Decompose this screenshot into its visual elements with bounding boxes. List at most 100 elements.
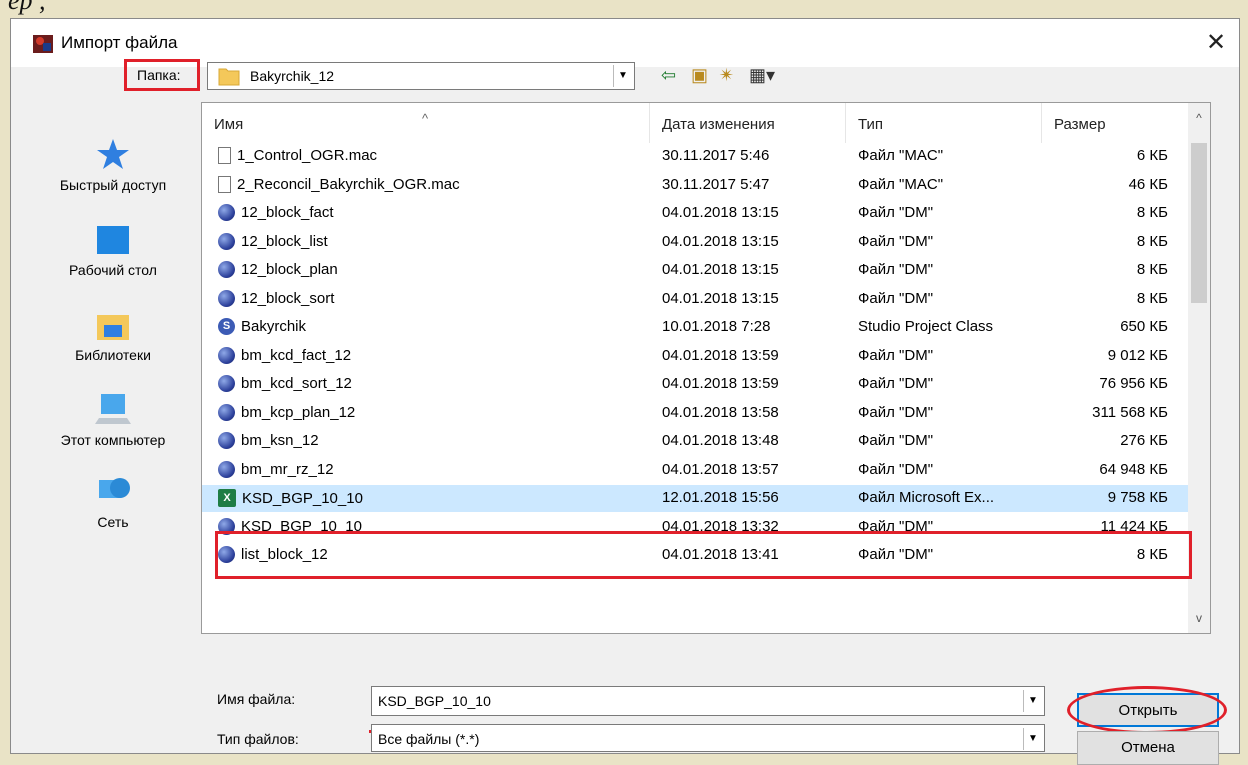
chevron-down-icon[interactable]: ▼ [1023, 728, 1042, 750]
file-type: Файл "DM" [858, 375, 934, 392]
chevron-down-icon[interactable]: ▼ [1023, 690, 1042, 712]
file-size: 6 КБ [1136, 147, 1168, 164]
dm-file-icon [218, 375, 235, 392]
new-folder-icon[interactable]: ✴ [719, 63, 734, 87]
file-type-value: Все файлы (*.*) [378, 731, 480, 747]
dm-file-icon [218, 204, 235, 221]
dm-file-icon [218, 546, 235, 563]
file-row[interactable]: 12_block_list 04.01.2018 13:15 Файл "DM" 8 … [202, 229, 1192, 256]
file-row[interactable]: S Bakyrchik 10.01.2018 7:28 Studio Project … [202, 314, 1192, 341]
scroll-thumb[interactable] [1191, 143, 1207, 303]
file-row[interactable]: bm_kcd_sort_12 04.01.2018 13:59 Файл "DM" 7… [202, 371, 1192, 398]
file-name-value: KSD_BGP_10_10 [378, 693, 491, 709]
file-size: 8 КБ [1136, 546, 1168, 563]
column-header-label: Тип [858, 116, 884, 133]
import-file-dialog: Импорт файла ✕ Папка: Bakyrchik_12 ▼ ⇦ ▣… [10, 18, 1240, 765]
file-date: 30.11.2017 5:46 [662, 147, 770, 164]
scroll-up-icon[interactable]: ^ [1188, 111, 1210, 125]
file-row[interactable]: 1_Control_OGR.mac 30.11.2017 5:46 Файл "MA… [202, 143, 1192, 170]
file-name: KSD_BGP_10_10 [241, 517, 362, 535]
file-row[interactable]: KSD_BGP_10_10 04.01.2018 13:32 Файл "DM" 11… [202, 514, 1192, 541]
file-type: Файл "MAC" [858, 175, 944, 193]
file-name: bm_kcp_plan_12 [241, 403, 356, 421]
file-row[interactable]: 12_block_fact 04.01.2018 13:15 Файл "DM" 8 … [202, 200, 1192, 227]
sort-up-icon: ^ [422, 111, 429, 126]
column-header-date[interactable]: Дата изменения [650, 103, 846, 143]
dm-file-icon [218, 289, 235, 307]
close-button[interactable]: ✕ [1193, 19, 1239, 67]
dm-file-icon [218, 517, 235, 535]
excel-file-icon: X [218, 489, 236, 507]
cancel-button[interactable]: Отмена [1077, 731, 1219, 765]
file-type: Файл "DM" [858, 517, 934, 535]
file-row[interactable]: bm_kcp_plan_12 04.01.2018 13:58 Файл "DM" 3… [202, 400, 1192, 427]
file-name-input[interactable]: KSD_BGP_10_10 ▼ [371, 686, 1045, 716]
place-libraries[interactable]: Библиотеки [33, 309, 193, 363]
column-header-type[interactable]: Тип [846, 103, 1042, 143]
file-name: 1_Control_OGR.mac [237, 147, 378, 164]
file-name: 12_block_sort [241, 289, 335, 307]
file-type: Файл "DM" [858, 546, 934, 563]
file-name: bm_kcd_sort_12 [241, 375, 352, 392]
file-date: 04.01.2018 13:59 [662, 346, 779, 364]
file-size: 8 КБ [1136, 232, 1168, 250]
place-network[interactable]: Сеть [33, 474, 193, 530]
file-row[interactable]: X KSD_BGP_10_10 12.01.2018 15:56 Файл Micro… [202, 485, 1192, 512]
file-row[interactable]: 2_Reconcil_Bakyrchik_OGR.mac 30.11.2017 5… [202, 172, 1192, 199]
vertical-scrollbar[interactable]: ^ v [1188, 103, 1210, 633]
file-date: 30.11.2017 5:47 [662, 175, 770, 193]
up-folder-icon[interactable]: ▣ [691, 63, 708, 87]
place-quick-access[interactable]: Быстрый доступ [33, 137, 193, 193]
file-date: 04.01.2018 13:57 [662, 460, 779, 478]
file-date: 04.01.2018 13:59 [662, 375, 779, 392]
file-name-cell: 12_block_sort [218, 289, 335, 307]
file-type: Файл "DM" [858, 346, 934, 364]
file-size: 650 КБ [1120, 318, 1168, 335]
file-name-cell: bm_ksn_12 [218, 432, 319, 449]
place-label: Сеть [97, 514, 129, 530]
column-header-name[interactable]: Имя ^ [202, 103, 650, 143]
place-label: Библиотеки [75, 347, 151, 363]
file-row[interactable]: bm_kcd_fact_12 04.01.2018 13:59 Файл "DM" 9… [202, 343, 1192, 370]
folder-select[interactable]: Bakyrchik_12 ▼ [207, 62, 635, 90]
file-type: Файл "DM" [858, 403, 934, 421]
file-size: 76 956 КБ [1099, 375, 1168, 392]
file-row[interactable]: 12_block_sort 04.01.2018 13:15 Файл "DM" 8 … [202, 286, 1192, 313]
file-date: 04.01.2018 13:15 [662, 289, 779, 307]
file-list[interactable]: Имя ^ Дата изменения Тип Размер 1_Contro… [201, 102, 1211, 634]
file-size: 9 012 КБ [1107, 346, 1168, 364]
file-date: 10.01.2018 7:28 [662, 318, 771, 335]
open-button[interactable]: Открыть [1077, 693, 1219, 727]
file-row[interactable]: bm_mr_rz_12 04.01.2018 13:57 Файл "DM" 64 9… [202, 457, 1192, 484]
file-date: 12.01.2018 15:56 [662, 489, 779, 506]
column-header-size[interactable]: Размер [1042, 103, 1192, 143]
file-row[interactable]: list_block_12 04.01.2018 13:41 Файл "DM" 8 … [202, 542, 1192, 569]
file-date: 04.01.2018 13:15 [662, 232, 779, 250]
place-label: Быстрый доступ [59, 177, 167, 193]
file-row[interactable]: 12_block_plan 04.01.2018 13:15 Файл "DM" 8 … [202, 257, 1192, 284]
place-this-computer[interactable]: Этот компьютер [33, 392, 193, 448]
file-name-cell: KSD_BGP_10_10 [218, 517, 362, 535]
document-icon [218, 147, 231, 164]
file-size: 46 КБ [1128, 175, 1168, 193]
scroll-down-icon[interactable]: v [1188, 611, 1210, 625]
chevron-down-icon[interactable]: ▼ [613, 65, 632, 87]
file-size: 11 424 КБ [1100, 517, 1168, 535]
file-type-select[interactable]: Все файлы (*.*) ▼ [371, 724, 1045, 752]
file-name-cell: list_block_12 [218, 546, 328, 563]
place-desktop[interactable]: Рабочий стол [33, 224, 193, 278]
file-row[interactable]: bm_ksn_12 04.01.2018 13:48 Файл "DM" 276 КБ [202, 428, 1192, 455]
file-name-cell: 1_Control_OGR.mac [218, 147, 377, 164]
file-name-cell: S Bakyrchik [218, 318, 306, 335]
file-name-cell: bm_kcd_fact_12 [218, 346, 352, 364]
file-name: bm_kcd_fact_12 [241, 346, 352, 364]
file-name-cell: X KSD_BGP_10_10 [218, 489, 363, 507]
back-icon[interactable]: ⇦ [661, 63, 676, 87]
column-header-label: Размер [1054, 116, 1106, 133]
file-name: 12_block_plan [241, 261, 338, 278]
file-name: Bakyrchik [241, 318, 307, 335]
view-menu-icon[interactable]: ▦▾ [749, 63, 775, 87]
file-name: 2_Reconcil_Bakyrchik_OGR.mac [237, 175, 460, 193]
file-type: Файл "DM" [858, 432, 934, 449]
file-date: 04.01.2018 13:48 [662, 432, 779, 449]
